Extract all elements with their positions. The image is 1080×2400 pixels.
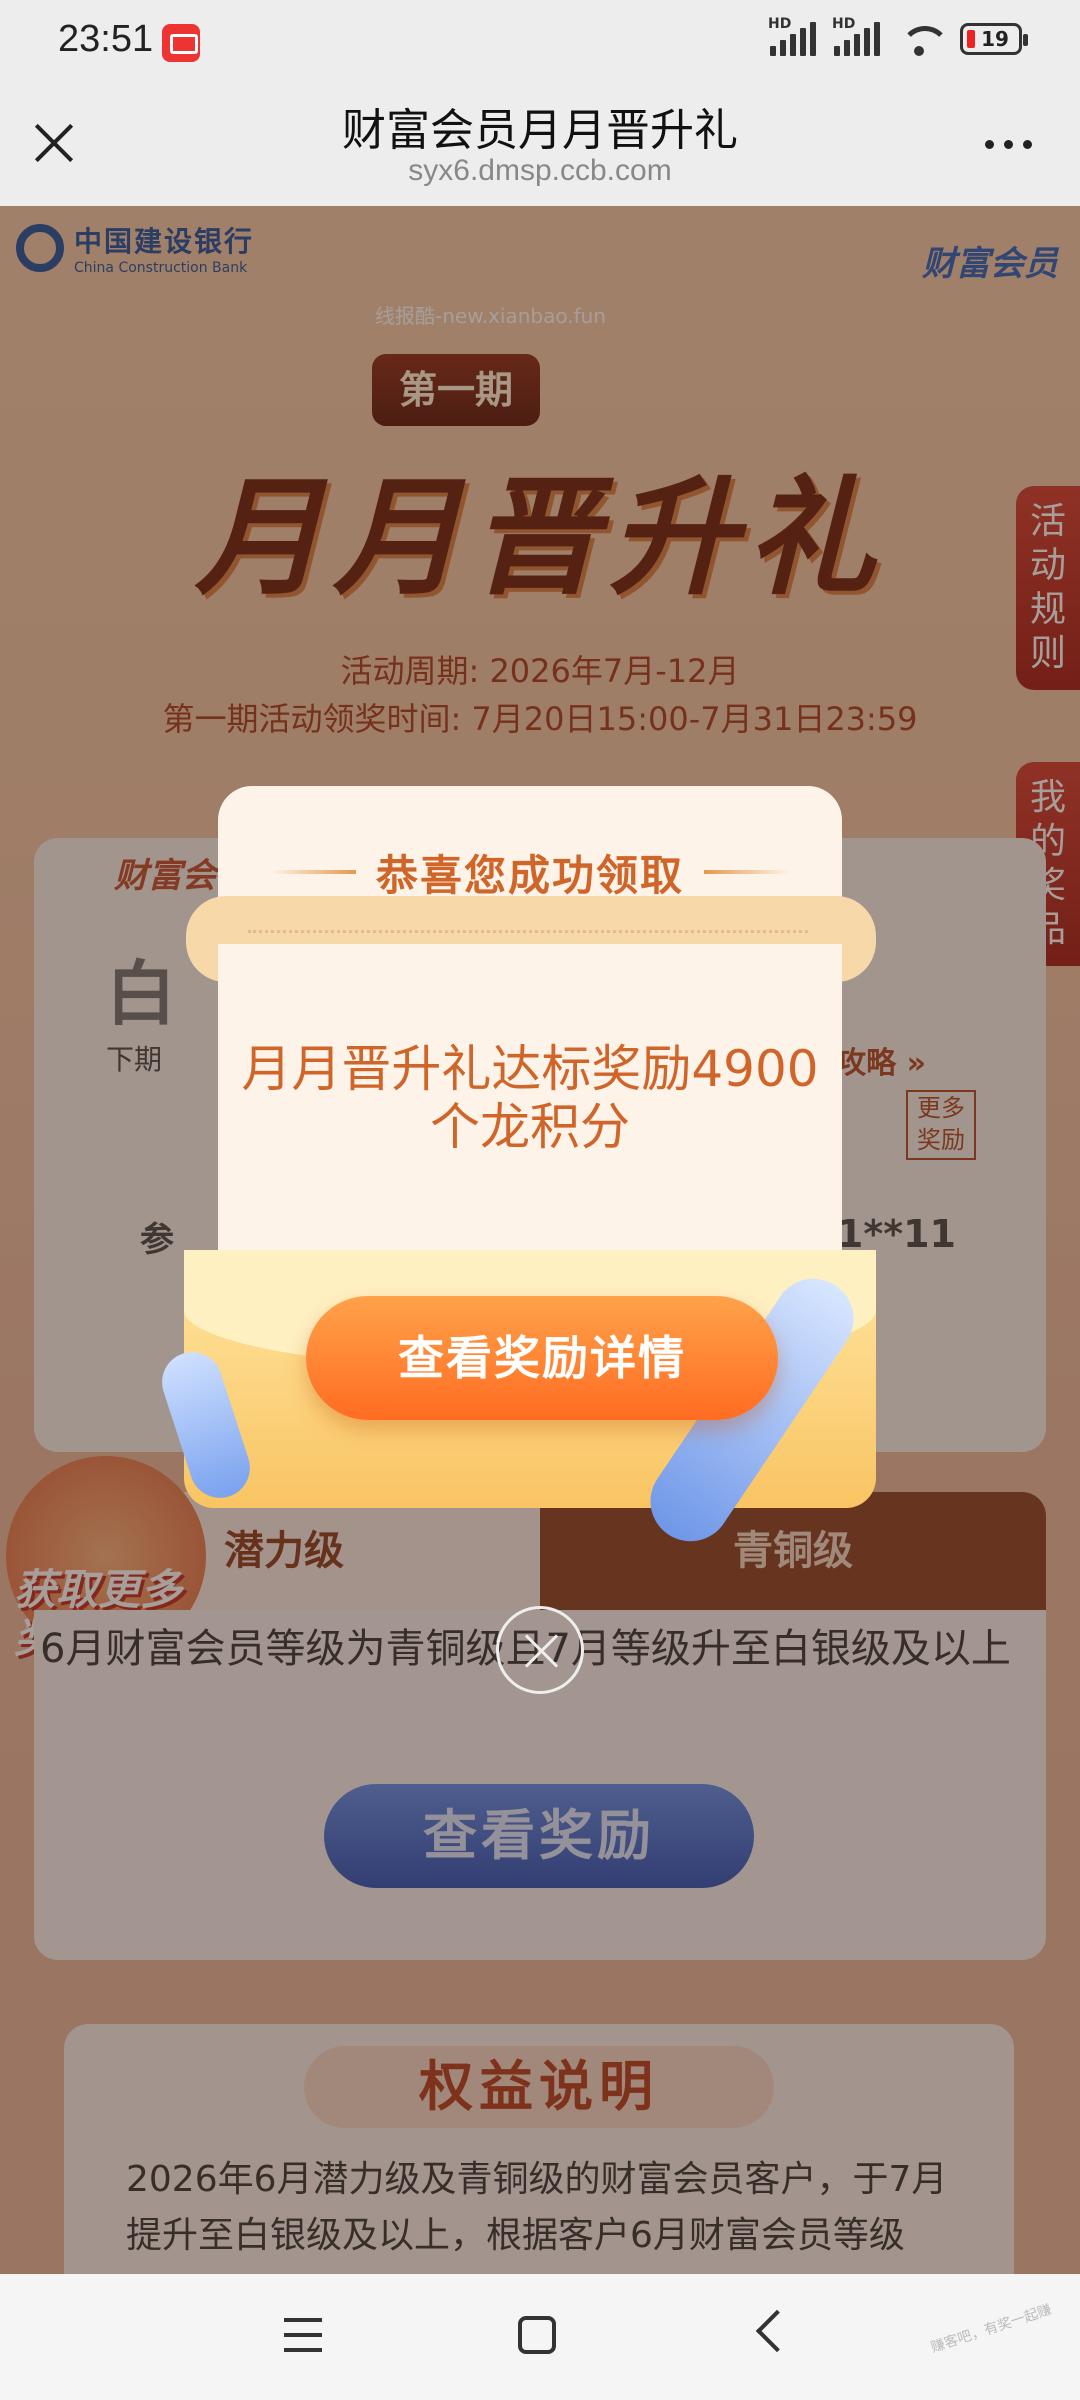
page-title: 财富会员月月晋升礼 bbox=[342, 105, 738, 156]
menu-icon[interactable] bbox=[284, 2318, 322, 2352]
signal-icon: HD bbox=[832, 16, 880, 56]
view-reward-details-button[interactable]: 查看奖励详情 bbox=[306, 1296, 778, 1420]
modal-close-icon[interactable] bbox=[496, 1606, 584, 1694]
modal-message: 月月晋升礼达标奖励4900个龙积分 bbox=[241, 1040, 819, 1156]
back-icon[interactable] bbox=[755, 2309, 799, 2353]
notification-app-icon bbox=[162, 24, 200, 62]
hd-label: HD bbox=[832, 16, 856, 32]
system-nav-bar bbox=[0, 2274, 1080, 2400]
modal-heading: 恭喜您成功领取 bbox=[375, 851, 684, 900]
battery-icon: 19 bbox=[960, 23, 1028, 55]
dotted-divider bbox=[248, 930, 808, 933]
status-bar: 23:51 HD HD 19 bbox=[0, 0, 1080, 88]
signal-icon: HD bbox=[768, 16, 816, 56]
page-url: syx6.dmsp.ccb.com bbox=[408, 154, 672, 187]
more-options-icon[interactable] bbox=[985, 140, 1032, 149]
battery-level: 19 bbox=[981, 27, 1009, 51]
status-icons: HD HD 19 bbox=[768, 16, 1028, 56]
clock: 23:51 bbox=[58, 18, 154, 60]
browser-title-bar: 财富会员月月晋升礼 syx6.dmsp.ccb.com bbox=[0, 88, 1080, 206]
home-icon[interactable] bbox=[518, 2316, 556, 2354]
wifi-icon bbox=[898, 22, 950, 56]
hd-label: HD bbox=[768, 16, 792, 32]
